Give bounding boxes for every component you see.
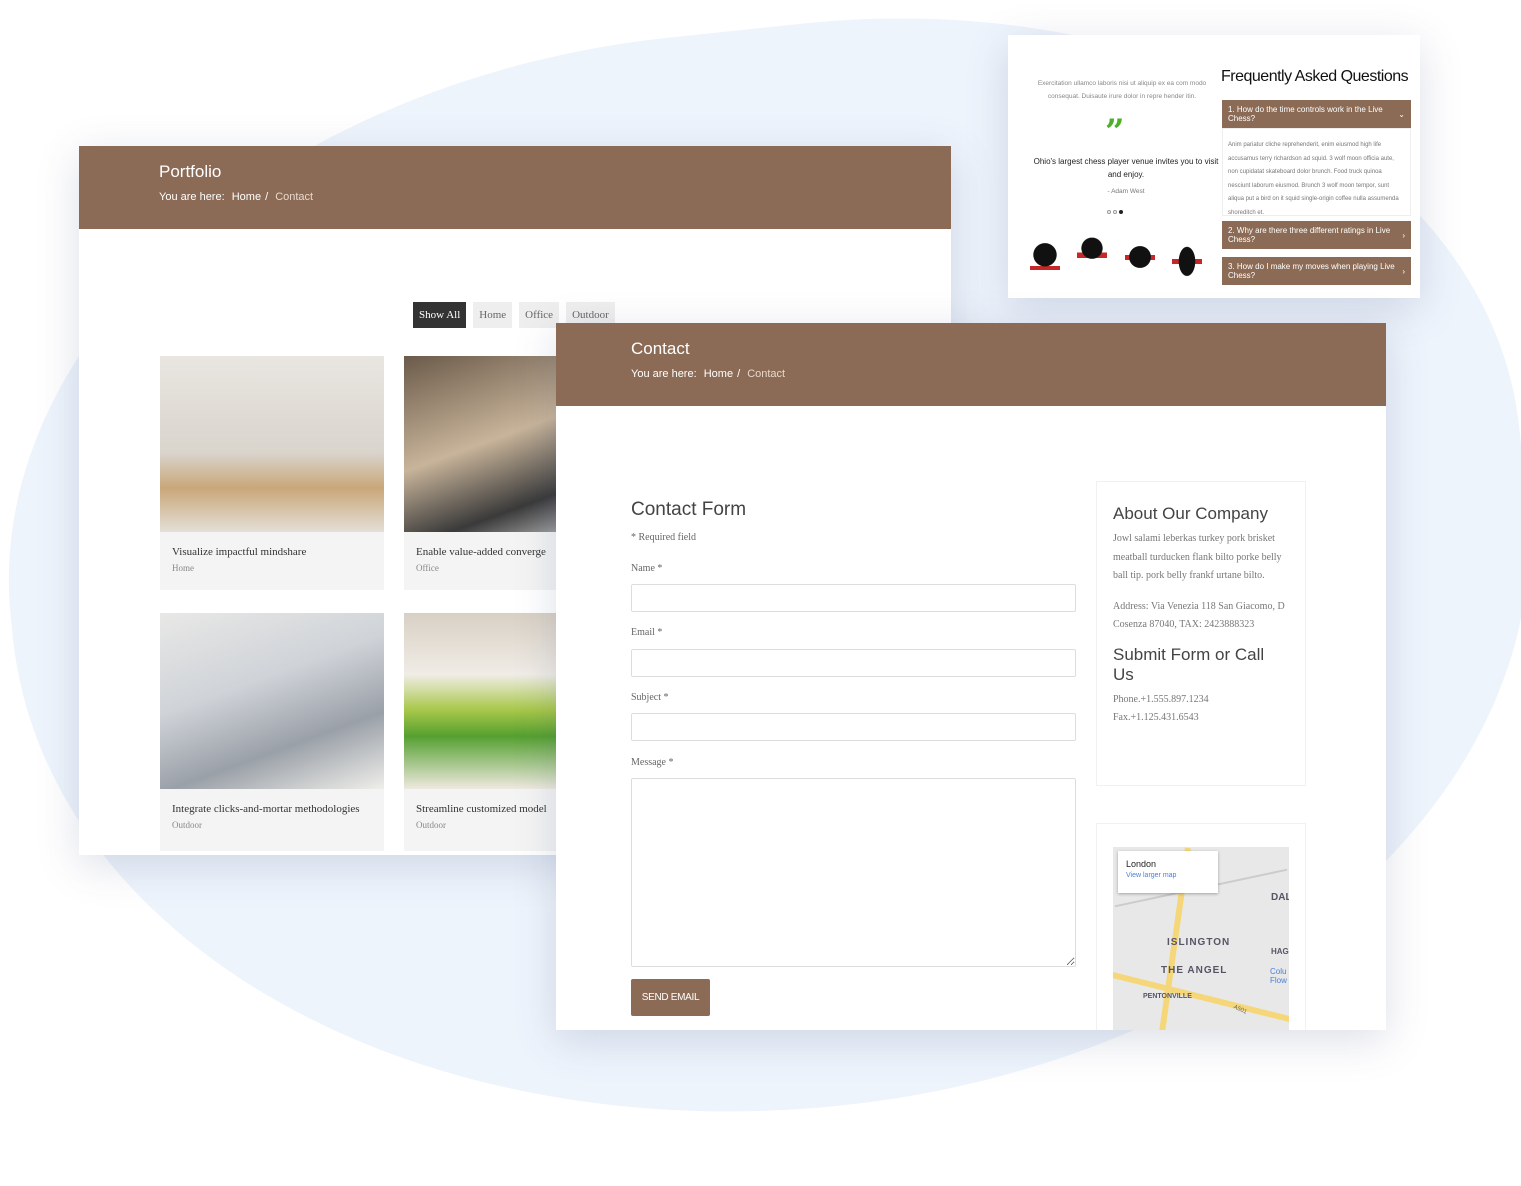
email-input[interactable] [631, 649, 1076, 677]
view-larger-map-link[interactable]: View larger map [1126, 872, 1210, 879]
carousel-dot-active[interactable] [1119, 210, 1123, 214]
quote-icon: ” [1105, 112, 1125, 152]
map-label: DAL [1271, 892, 1289, 903]
map-box: London View larger map ISLINGTON THE ANG… [1096, 823, 1306, 1030]
card-category: Home [172, 563, 194, 573]
about-company-box: About Our Company Jowl salami leberkas t… [1096, 481, 1306, 786]
breadcrumb: You are here: Home / Contact [159, 191, 314, 203]
fax-text: Fax.+1.125.431.6543 [1113, 712, 1199, 723]
call-title: Submit Form or Call Us [1113, 644, 1265, 684]
faq-title: Frequently Asked Questions [1221, 68, 1409, 85]
card-image [160, 356, 384, 532]
message-label: Message * [631, 757, 674, 768]
breadcrumb-home[interactable]: Home [232, 191, 261, 203]
map-label: ISLINGTON [1167, 937, 1231, 948]
phone-text: Phone.+1.555.897.1234 [1113, 693, 1209, 705]
breadcrumb-home[interactable]: Home [704, 368, 733, 380]
page-title: Portfolio [159, 162, 222, 181]
testimonial-quote: Ohio's largest chess player venue invite… [1033, 157, 1219, 179]
testimonial-author: - Adam West [1107, 188, 1145, 195]
map-road [1113, 970, 1289, 1030]
name-input[interactable] [631, 584, 1076, 612]
map-label: Colu Flow [1270, 967, 1287, 985]
map[interactable]: London View larger map ISLINGTON THE ANG… [1113, 847, 1289, 1030]
breadcrumb-prefix: You are here: [159, 191, 225, 203]
faq-item-3[interactable]: 3. How do I make my moves when playing L… [1222, 257, 1411, 285]
subject-input[interactable] [631, 713, 1076, 741]
required-note: * Required field [631, 532, 696, 543]
chevron-down-icon: ⌄ [1398, 109, 1405, 119]
map-place: London [1126, 859, 1157, 869]
page-title: Contact [631, 339, 690, 358]
portfolio-card[interactable]: Visualize impactful mindshare Home [160, 356, 384, 590]
faq-answer: Anim pariatur cliche reprehenderit, enim… [1222, 128, 1411, 216]
card-title[interactable]: Integrate clicks-and-mortar methodologie… [160, 789, 384, 817]
map-info-card: London View larger map [1118, 851, 1218, 893]
portfolio-card[interactable]: Integrate clicks-and-mortar methodologie… [160, 613, 384, 851]
contact-window: Contact You are here: Home / Contact Cont… [556, 323, 1386, 1030]
about-title: About Our Company [1113, 504, 1268, 523]
filter-home[interactable]: Home [473, 302, 513, 328]
breadcrumb: You are here: Home / Contact [631, 368, 786, 380]
address-text: Address: Via Venezia 118 San Giacomo, D … [1113, 600, 1285, 631]
chess-club-logo-icon [1030, 235, 1060, 279]
send-email-button[interactable]: SEND EMAIL [631, 979, 710, 1016]
faq-question: 1. How do the time controls work in the … [1228, 105, 1383, 123]
faq-item-1[interactable]: 1. How do the time controls work in the … [1222, 100, 1411, 128]
faq-window: Exercitation ullamco laboris nisi ut ali… [1008, 35, 1420, 298]
email-label: Email * [631, 627, 663, 638]
card-title[interactable]: Visualize impactful mindshare [160, 532, 384, 560]
message-textarea[interactable] [631, 778, 1076, 967]
breadcrumb-current: Contact [747, 368, 786, 380]
map-label: PENTONVILLE [1143, 993, 1192, 1000]
filter-office[interactable]: Office [519, 302, 560, 328]
carousel-dot[interactable] [1113, 210, 1117, 214]
faq-question: 2. Why are there three different ratings… [1228, 226, 1391, 244]
map-label: THE ANGEL [1161, 965, 1228, 976]
form-title: Contact Form [631, 499, 747, 520]
chess-club-logo-icon [1172, 235, 1202, 279]
card-image [160, 613, 384, 789]
name-label: Name * [631, 563, 663, 574]
page-header: Contact You are here: Home / Contact [556, 323, 1386, 406]
about-text: Jowl salami leberkas turkey pork brisket… [1113, 533, 1282, 581]
breadcrumb-prefix: You are here: [631, 368, 697, 380]
map-label: HAGG [1271, 947, 1289, 956]
chess-club-logo-icon [1125, 235, 1155, 279]
faq-item-2[interactable]: 2. Why are there three different ratings… [1222, 221, 1411, 249]
intro-text: Exercitation ullamco laboris nisi ut ali… [1037, 80, 1207, 100]
page-header: Portfolio You are here: Home / Contact [79, 146, 951, 229]
breadcrumb-current: Contact [275, 191, 314, 203]
filter-show-all[interactable]: Show All [413, 302, 467, 328]
chess-club-logo-icon [1077, 235, 1107, 279]
carousel-dot[interactable] [1107, 210, 1111, 214]
faq-question: 3. How do I make my moves when playing L… [1228, 262, 1395, 280]
carousel-dots [1107, 210, 1123, 214]
chevron-right-icon: › [1402, 230, 1405, 240]
subject-label: Subject * [631, 692, 669, 703]
card-category: Outdoor [172, 820, 202, 830]
chevron-right-icon: › [1402, 266, 1405, 276]
